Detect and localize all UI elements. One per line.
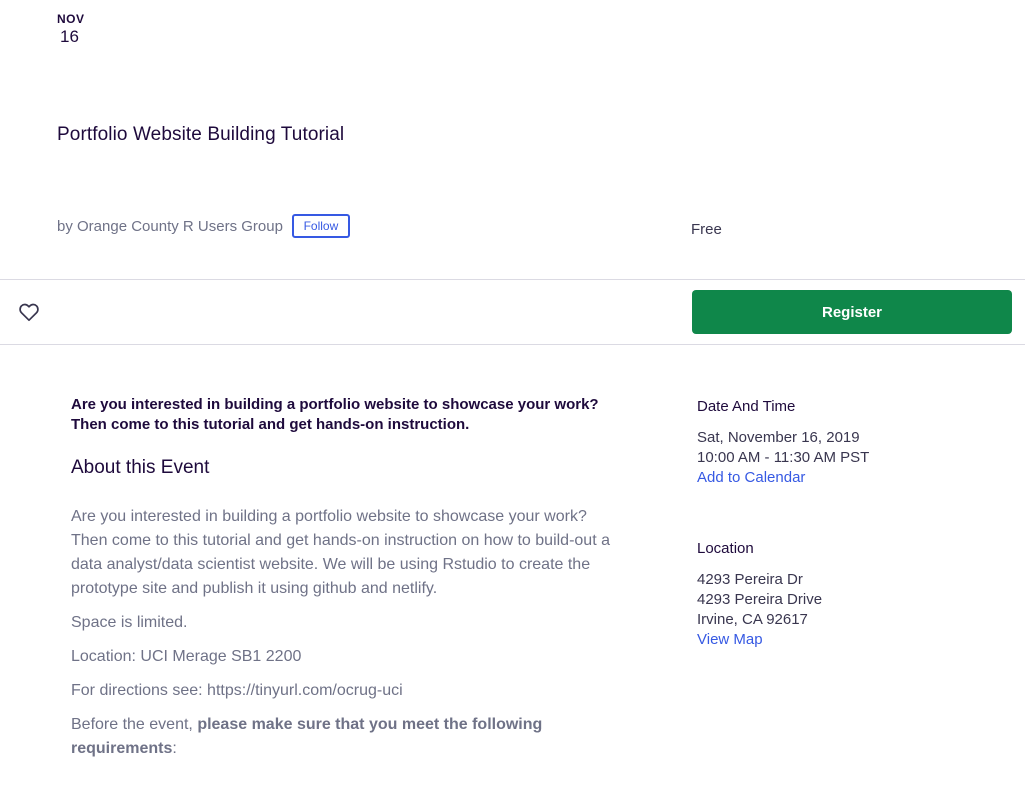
organizer-name[interactable]: by Orange County R Users Group xyxy=(57,218,283,235)
summary-line-1: Are you interested in building a portfol… xyxy=(71,396,599,413)
about-paragraph: Are you interested in building a portfol… xyxy=(71,508,610,597)
event-date: NOV 16 xyxy=(57,12,97,48)
add-to-calendar-link[interactable]: Add to Calendar xyxy=(697,468,805,488)
datetime-section: Date And Time Sat, November 16, 2019 10:… xyxy=(697,397,997,488)
event-month: NOV xyxy=(57,12,85,26)
heart-outline-icon[interactable] xyxy=(17,300,41,324)
action-bar: Register xyxy=(0,279,1025,345)
organizer-row: by Orange County R Users Group Follow xyxy=(57,214,350,238)
event-date-text: Sat, November 16, 2019 xyxy=(697,429,860,446)
event-time-text: 10:00 AM - 11:30 AM PST xyxy=(697,449,870,466)
address-line-1: 4293 Pereira Dr xyxy=(697,571,803,588)
requirements-prefix: Before the event, xyxy=(71,716,198,733)
location-section: Location 4293 Pereira Dr 4293 Pereira Dr… xyxy=(697,539,997,650)
space-limited-text: Space is limited. xyxy=(71,614,188,631)
event-sidebar: Date And Time Sat, November 16, 2019 10:… xyxy=(697,397,997,650)
summary-line-2: Then come to this tutorial and get hands… xyxy=(71,416,470,433)
register-button[interactable]: Register xyxy=(692,290,1012,334)
location-heading: Location xyxy=(697,540,754,557)
event-description: Are you interested in building a portfol… xyxy=(71,395,611,771)
event-title: Portfolio Website Building Tutorial xyxy=(57,124,345,145)
address-line-2: 4293 Pereira Drive xyxy=(697,591,823,608)
event-day: 16 xyxy=(60,27,79,46)
datetime-heading: Date And Time xyxy=(697,398,796,415)
view-map-link[interactable]: View Map xyxy=(697,630,763,650)
requirements-text: Before the event, please make sure that … xyxy=(71,713,611,761)
event-summary: Are you interested in building a portfol… xyxy=(71,395,611,435)
about-heading: About this Event xyxy=(71,457,210,478)
ticket-price: Free xyxy=(691,221,722,238)
location-text: Location: UCI Merage SB1 2200 xyxy=(71,648,302,665)
requirements-suffix: : xyxy=(172,740,177,757)
address-line-3: Irvine, CA 92617 xyxy=(697,611,808,628)
follow-button[interactable]: Follow xyxy=(291,214,350,238)
directions-text: For directions see: https://tinyurl.com/… xyxy=(71,682,403,699)
